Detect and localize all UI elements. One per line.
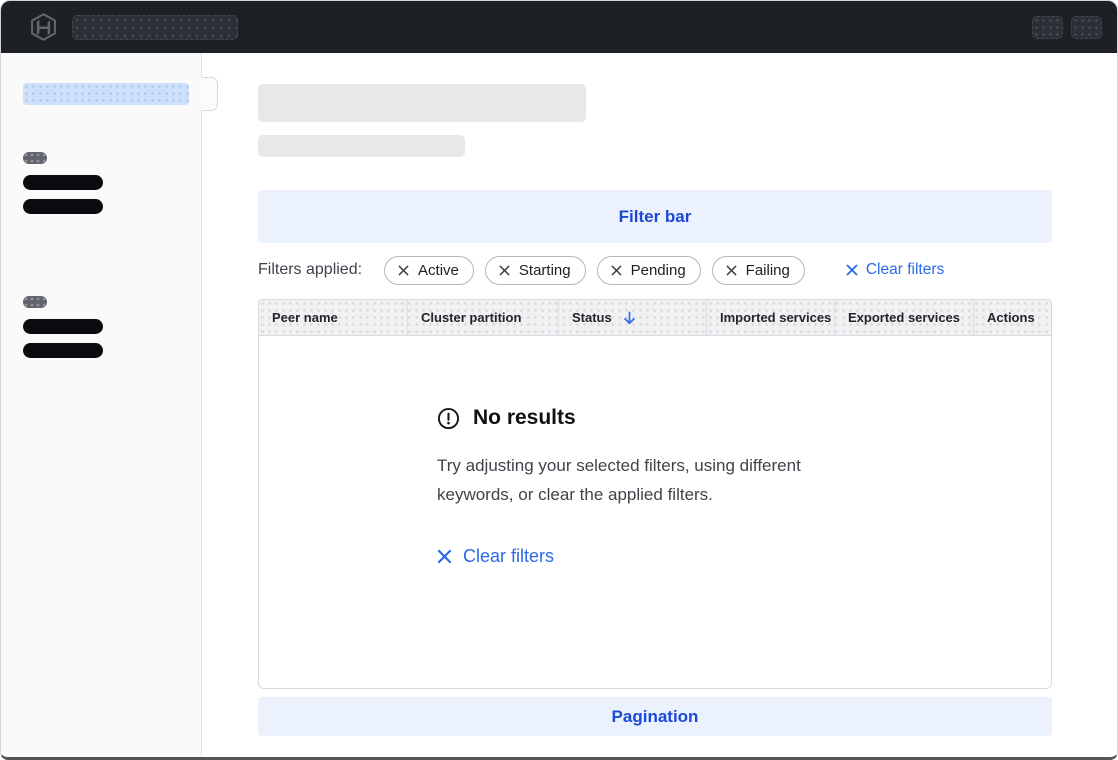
top-navbar bbox=[1, 1, 1117, 53]
empty-state: No results Try adjusting your selected f… bbox=[259, 336, 1051, 569]
column-header-peer-name[interactable]: Peer name bbox=[259, 300, 408, 335]
remove-filter-icon[interactable] bbox=[398, 265, 409, 276]
sidebar-item-placeholder[interactable] bbox=[23, 319, 103, 334]
column-header-actions[interactable]: Actions bbox=[974, 300, 1051, 335]
applied-filters-row: Filters applied: Active Starting Pending bbox=[258, 255, 1052, 285]
navbar-action-placeholder-1[interactable] bbox=[1032, 16, 1063, 39]
hashicorp-logo-icon bbox=[30, 13, 57, 41]
column-header-status[interactable]: Status bbox=[559, 300, 707, 335]
sidebar-active-item-placeholder[interactable] bbox=[23, 83, 189, 105]
page-subtitle-placeholder bbox=[258, 135, 465, 157]
filters-applied-label: Filters applied: bbox=[258, 261, 362, 279]
filter-pill-active[interactable]: Active bbox=[384, 256, 474, 285]
filter-pill-starting[interactable]: Starting bbox=[485, 256, 586, 285]
empty-state-clear-filters-link[interactable]: Clear filters bbox=[437, 546, 554, 567]
sidebar-section-title-placeholder bbox=[23, 152, 47, 164]
sidebar-item-placeholder[interactable] bbox=[23, 199, 103, 214]
table-body: No results Try adjusting your selected f… bbox=[259, 336, 1051, 688]
filter-bar-banner: Filter bar bbox=[258, 190, 1052, 243]
column-header-imported-services[interactable]: Imported services bbox=[707, 300, 835, 335]
app-window: Filter bar Filters applied: Active Start… bbox=[0, 0, 1118, 760]
sort-descending-icon bbox=[623, 311, 636, 325]
column-header-exported-services[interactable]: Exported services bbox=[835, 300, 974, 335]
sidebar-section-title-placeholder bbox=[23, 296, 47, 308]
sidebar-section-1 bbox=[1, 152, 201, 214]
sidebar-item-placeholder[interactable] bbox=[23, 175, 103, 190]
navbar-action-placeholder-2[interactable] bbox=[1071, 16, 1102, 39]
remove-filter-icon[interactable] bbox=[499, 265, 510, 276]
table-header-row: Peer name Cluster partition Status Impor… bbox=[259, 300, 1051, 336]
x-icon bbox=[437, 549, 452, 564]
sidebar-toggle-handle[interactable] bbox=[201, 77, 218, 111]
empty-state-description: Try adjusting your selected filters, usi… bbox=[437, 451, 869, 509]
alert-circle-icon bbox=[437, 407, 460, 430]
filter-bar-label: Filter bar bbox=[619, 207, 692, 227]
filter-pill-label: Pending bbox=[631, 262, 686, 279]
filter-pill-pending[interactable]: Pending bbox=[597, 256, 701, 285]
x-icon bbox=[846, 264, 858, 276]
sidebar-section-2 bbox=[1, 296, 201, 358]
global-search-placeholder[interactable] bbox=[72, 15, 238, 40]
remove-filter-icon[interactable] bbox=[611, 265, 622, 276]
pagination-banner: Pagination bbox=[258, 697, 1052, 736]
pagination-label: Pagination bbox=[612, 707, 699, 727]
peers-table: Peer name Cluster partition Status Impor… bbox=[258, 299, 1052, 689]
remove-filter-icon[interactable] bbox=[726, 265, 737, 276]
filter-pill-label: Starting bbox=[519, 262, 571, 279]
clear-filters-link[interactable]: Clear filters bbox=[846, 261, 944, 279]
navbar-actions bbox=[1032, 16, 1102, 39]
empty-state-title: No results bbox=[437, 406, 1051, 430]
filter-pill-label: Active bbox=[418, 262, 459, 279]
page-title-placeholder bbox=[258, 84, 586, 122]
main-content: Filter bar Filters applied: Active Start… bbox=[203, 53, 1117, 757]
sidebar-item-placeholder[interactable] bbox=[23, 343, 103, 358]
column-header-cluster-partition[interactable]: Cluster partition bbox=[408, 300, 559, 335]
sidebar-nav bbox=[1, 53, 202, 757]
filter-pill-failing[interactable]: Failing bbox=[712, 256, 805, 285]
empty-state-clear-filters-label: Clear filters bbox=[463, 546, 554, 567]
filter-pill-label: Failing bbox=[746, 262, 790, 279]
clear-filters-label: Clear filters bbox=[866, 261, 944, 279]
